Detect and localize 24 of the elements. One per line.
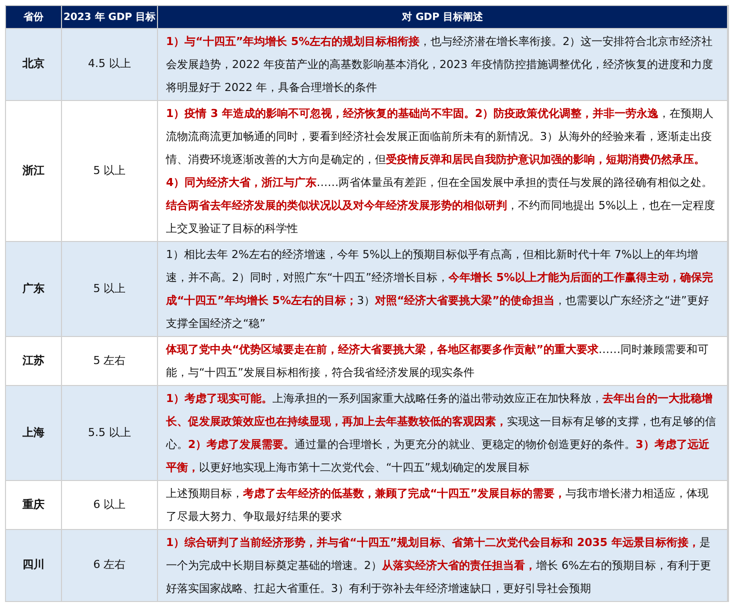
column-header: 省份: [6, 6, 62, 28]
column-header: 对 GDP 目标阐述: [158, 6, 728, 28]
table-cell: 1）考虑了现实可能。上海承担的一系列国家重大战略任务的溢出带动效应正在加快释放，去年出台的一大批稳增长、促发展政策效应也在持续显现，再加上去年基数较低的客观因素，实现这一目标有足够的支撑，也有足够的信心。2）考虑了发展需要。通过量的合理增长，为更充分的就业、更稳定的物价创造更好的条件。3）考虑了远近平衡，以更好地实现上海市第十二次党代会、“十四五”规划确定的发展目标: [158, 385, 728, 480]
table-cell: 5 以上: [62, 241, 158, 336]
column-header: 2023 年 GDP 目标: [62, 6, 158, 28]
table-cell: 6 左右: [62, 529, 158, 601]
table-cell: 5 以上: [62, 100, 158, 241]
table-cell: 上海: [6, 385, 62, 480]
table-cell: 1）相比去年 2%左右的经济增速，今年 5%以上的预期目标似乎有点高，但相比新时代十年 7%以上的年均增速，并不高。2）同时，对照广东“十四五”经济增长目标，今年增长 5%以上才能为后面的工作赢得主动，确保完成“十四五”年均增长 5%左右的目标；3）对照“经济大省要挑大梁”的使命担当，也需要以广东经济之“进”更好支撑全国经济之“稳”: [158, 241, 728, 336]
table-cell: 江苏: [6, 336, 62, 385]
table-cell: 广东: [6, 241, 62, 336]
table-cell: 6 以上: [62, 480, 158, 529]
table-cell: 5.5 以上: [62, 385, 158, 480]
table-cell: 重庆: [6, 480, 62, 529]
table-cell: 1）与“十四五”年均增长 5%左右的规划目标相衔接，也与经济潜在增长率衔接。2）这一安排符合北京市经济社会发展趋势，2022 年疫苗产业的高基数影响基本消化，2023 年疫情防控措施调整优化，经济恢复的进度和力度将明显好于 2022 年，具备合理增长的条件: [158, 28, 728, 100]
table-cell: 1）疫情 3 年造成的影响不可忽视，经济恢复的基础尚不牢固。2）防疫政策优化调整，并非一劳永逸，在预期人流物流商流更加畅通的同时，要看到经济社会发展正面临前所未有的新情况。3）从海外的经验来看，逐渐走出疫情、消费环境逐渐改善的大方向是确定的，但受疫情反弹和居民自我防护意识加强的影响，短期消费仍然承压。4）同为经济大省，浙江与广东……两省体量虽有差距，但在全国发展中承担的责任与发展的路径确有相似之处。结合两省去年经济发展的类似状况以及对今年经济发展形势的相似研判，不约而同地提出 5%以上，也在一定程度上交叉验证了目标的科学性: [158, 100, 728, 241]
table-cell: 5 左右: [62, 336, 158, 385]
table-cell: 4.5 以上: [62, 28, 158, 100]
table-cell: 四川: [6, 529, 62, 601]
table-cell: 上述预期目标，考虑了去年经济的低基数，兼顾了完成“十四五”发展目标的需要，与我市增长潜力相适应，体现了尽最大努力、争取最好结果的要求: [158, 480, 728, 529]
table-cell: 浙江: [6, 100, 62, 241]
table-cell: 北京: [6, 28, 62, 100]
table-cell: 体现了党中央“优势区域要走在前，经济大省要挑大梁，各地区都要多作贡献”的重大要求……同时兼顾需要和可能，与“十四五”发展目标相衔接，符合我省经济发展的现实条件: [158, 336, 728, 385]
table-cell: 1）综合研判了当前经济形势，并与省“十四五”规划目标、省第十二次党代会目标和 2035 年远景目标衔接，是一个为完成中长期目标奠定基础的增速。2）从落实经济大省的责任担当看，增长 6%左右的预期目标，有利于更好落实国家战略、扛起大省重任。3）有利于弥补去年经济增速缺口，更好引导社会预期: [158, 529, 728, 601]
